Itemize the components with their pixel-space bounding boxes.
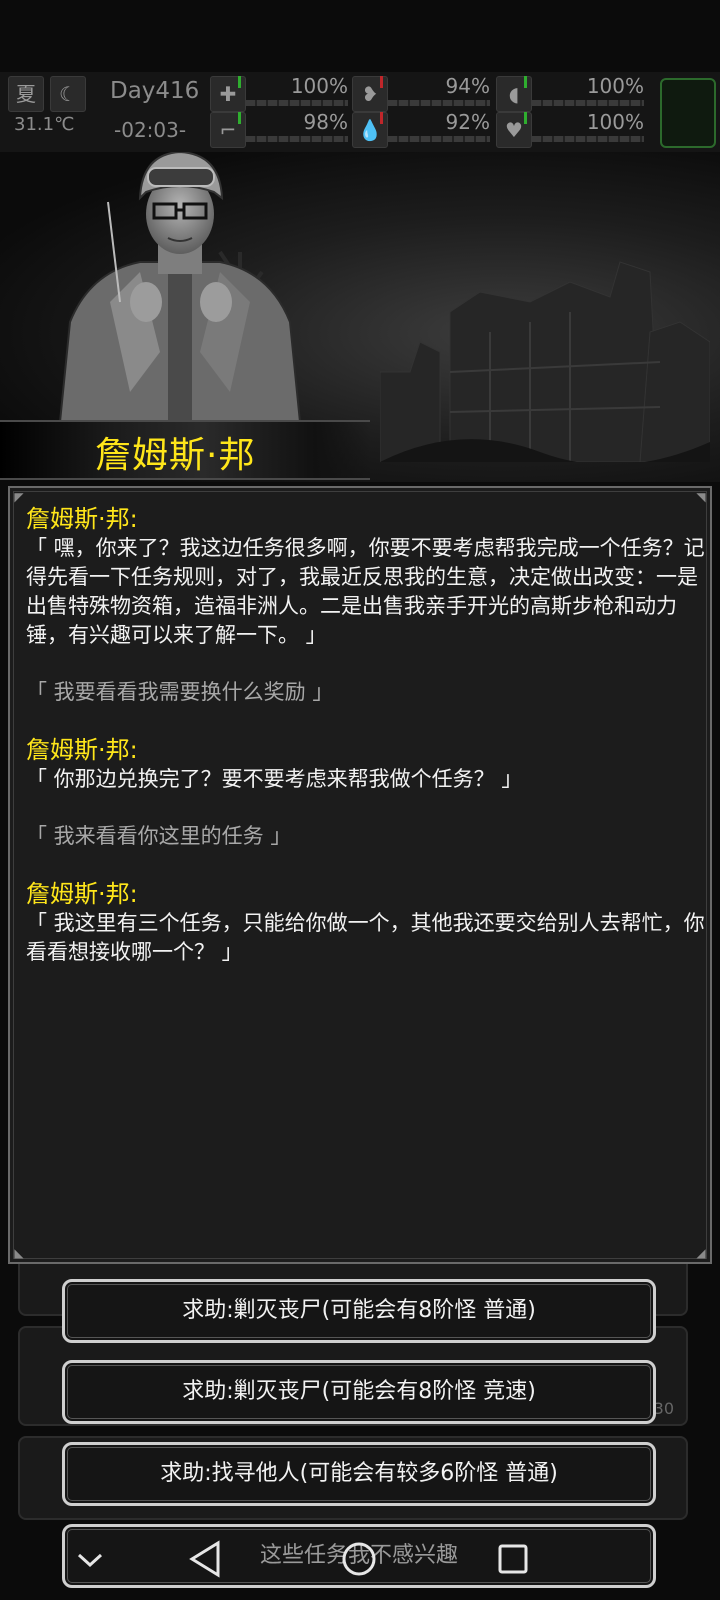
- trend-up-icon: [238, 112, 241, 124]
- speaker-name: 詹姆斯·邦:: [26, 505, 138, 533]
- npc-portrait: [58, 152, 302, 422]
- npc-name: 詹姆斯·邦: [95, 435, 256, 476]
- ruined-building-image: [380, 261, 710, 462]
- hunger-value: 94%: [445, 74, 490, 98]
- stamina-bar: [246, 136, 348, 142]
- stamina-value: 98%: [303, 110, 348, 134]
- corner-ornament-icon: ◤: [14, 490, 24, 504]
- season-badge: 夏: [8, 76, 44, 112]
- trend-up-icon: [524, 76, 527, 88]
- thirst-bar: [388, 136, 490, 142]
- chevron-down-icon[interactable]: [76, 1550, 104, 1570]
- thirst-value: 92%: [445, 110, 490, 134]
- choice-button-quest-3[interactable]: 求助:找寻他人(可能会有较多6阶怪 普通): [62, 1442, 656, 1506]
- trend-up-icon: [238, 76, 241, 88]
- npc-dialog-line: 「 我这里有三个任务，只能给你做一个，其他我还要交给别人去帮忙，你看看想接收哪一…: [26, 911, 705, 964]
- player-dialog-line: 「 我要看看我需要换什么奖励 」: [26, 680, 334, 704]
- back-triangle-icon[interactable]: [188, 1540, 222, 1578]
- system-navigation-bar: [0, 1520, 720, 1600]
- medicine-bar: [532, 100, 644, 106]
- dialog-panel: ◤ ◥ ◣ ◢ 詹姆斯·邦: 「 嘿，你来了？我这边任务很多啊，你要不要考虑帮我…: [8, 486, 712, 1264]
- hunger-meter: 94%: [380, 74, 490, 106]
- speaker-name: 詹姆斯·邦:: [26, 736, 138, 764]
- temperature-readout: 31.1℃: [14, 114, 75, 135]
- home-circle-icon[interactable]: [340, 1540, 378, 1578]
- medicine-value: 100%: [586, 74, 644, 98]
- mood-value: 100%: [586, 110, 644, 134]
- health-bar: [246, 100, 348, 106]
- dialog-log: 詹姆斯·邦: 「 嘿，你来了？我这边任务很多啊，你要不要考虑帮我完成一个任务？记…: [26, 504, 706, 995]
- trend-down-icon: [380, 112, 383, 124]
- trend-up-icon: [524, 112, 527, 124]
- trend-down-icon: [380, 76, 383, 88]
- corner-ornament-icon: ◢: [696, 1246, 706, 1260]
- mood-bar: [532, 136, 644, 142]
- mood-meter: 100%: [524, 110, 644, 142]
- stamina-meter: 98%: [238, 110, 348, 142]
- npc-dialog-line: 「 你那边兑换完了？要不要考虑来帮我做个任务？ 」: [26, 767, 523, 791]
- game-clock: -02:03-: [114, 118, 187, 142]
- choice-button-quest-2[interactable]: 求助:剿灭丧尸(可能会有8阶怪 竞速): [62, 1360, 656, 1424]
- npc-name-plate: 詹姆斯·邦: [0, 420, 370, 480]
- status-bar: 夏 ☾ 31.1℃ Day416 -02:03- ✚ 100% ❥ 94% ◖ …: [0, 72, 720, 152]
- health-value: 100%: [290, 74, 348, 98]
- season-label: 夏: [16, 82, 36, 106]
- corner-ornament-icon: ◥: [696, 490, 706, 504]
- recents-square-icon[interactable]: [496, 1542, 530, 1576]
- npc-dialog-line: 「 嘿，你来了？我这边任务很多啊，你要不要考虑帮我完成一个任务？记得先看一下任务…: [26, 536, 705, 647]
- choice-button-quest-1[interactable]: 求助:剿灭丧尸(可能会有8阶怪 普通): [62, 1279, 656, 1343]
- menu-button[interactable]: [660, 78, 716, 148]
- thirst-meter: 92%: [380, 110, 490, 142]
- player-dialog-line: 「 我来看看你这里的任务 」: [26, 824, 292, 848]
- speaker-name: 詹姆斯·邦:: [26, 880, 138, 908]
- moon-icon: ☾: [50, 76, 86, 112]
- medicine-meter: 100%: [524, 74, 644, 106]
- hunger-bar: [388, 100, 490, 106]
- day-counter: Day416: [110, 78, 200, 104]
- health-meter: 100%: [238, 74, 348, 106]
- corner-ornament-icon: ◣: [14, 1246, 24, 1260]
